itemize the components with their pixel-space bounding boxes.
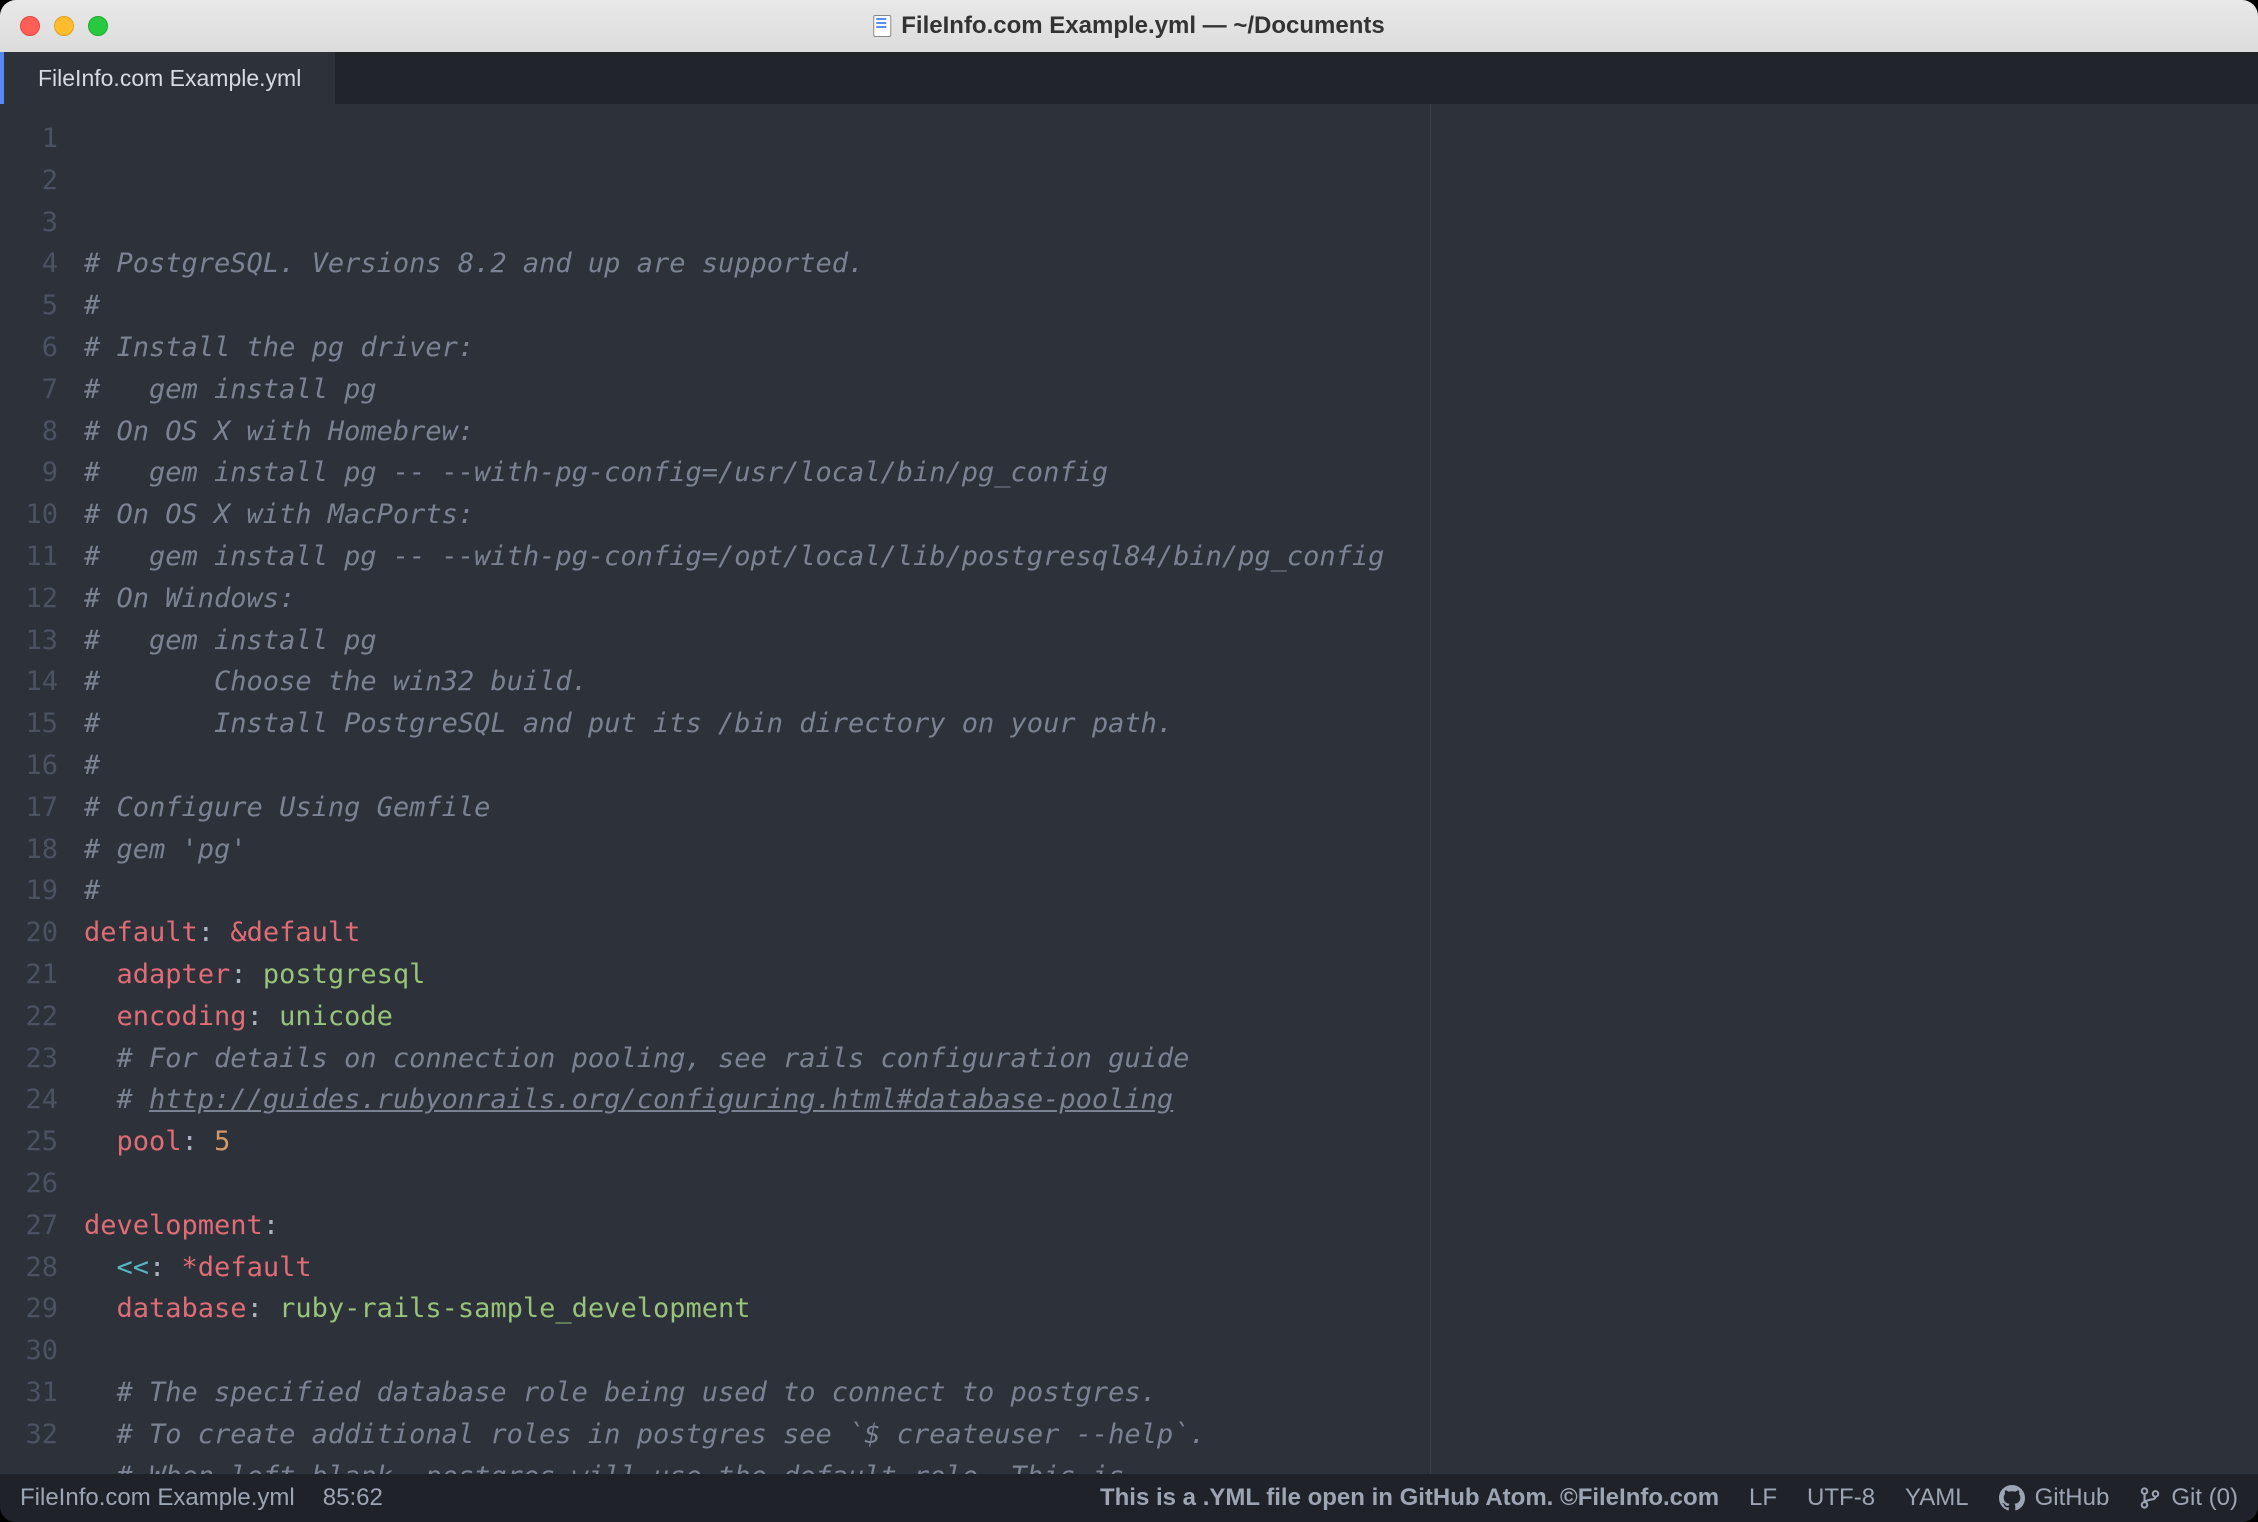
tab-active[interactable]: FileInfo.com Example.yml <box>0 52 335 104</box>
line-number: 5 <box>0 285 58 327</box>
status-git-label: Git (0) <box>2171 1484 2238 1512</box>
traffic-lights <box>20 16 108 36</box>
status-bar: FileInfo.com Example.yml 85:62 This is a… <box>0 1474 2258 1522</box>
line-number: 28 <box>0 1247 58 1289</box>
code-line[interactable]: <<: *default <box>84 1247 2258 1289</box>
status-note: This is a .YML file open in GitHub Atom.… <box>1100 1484 1719 1512</box>
status-filename[interactable]: FileInfo.com Example.yml <box>20 1484 295 1512</box>
line-number: 15 <box>0 703 58 745</box>
line-number: 9 <box>0 452 58 494</box>
code-line[interactable]: # PostgreSQL. Versions 8.2 and up are su… <box>84 243 2258 285</box>
code-line[interactable]: development: <box>84 1205 2258 1247</box>
status-cursor-position[interactable]: 85:62 <box>323 1484 383 1512</box>
line-number: 2 <box>0 160 58 202</box>
line-number: 16 <box>0 745 58 787</box>
github-icon <box>1999 1485 2025 1511</box>
line-number: 25 <box>0 1121 58 1163</box>
line-number: 26 <box>0 1163 58 1205</box>
line-number: 22 <box>0 996 58 1038</box>
line-number: 8 <box>0 411 58 453</box>
line-number: 10 <box>0 494 58 536</box>
maximize-window-button[interactable] <box>88 16 108 36</box>
code-line[interactable]: # To create additional roles in postgres… <box>84 1414 2258 1456</box>
code-line[interactable]: # Choose the win32 build. <box>84 661 2258 703</box>
code-line[interactable]: # Configure Using Gemfile <box>84 787 2258 829</box>
code-line[interactable]: pool: 5 <box>84 1121 2258 1163</box>
line-number: 6 <box>0 327 58 369</box>
line-number: 24 <box>0 1079 58 1121</box>
line-number: 20 <box>0 912 58 954</box>
code-area[interactable]: # PostgreSQL. Versions 8.2 and up are su… <box>70 104 2258 1474</box>
line-number: 11 <box>0 536 58 578</box>
line-number: 19 <box>0 870 58 912</box>
code-line[interactable]: # <box>84 870 2258 912</box>
status-right: This is a .YML file open in GitHub Atom.… <box>1100 1484 2238 1512</box>
status-encoding[interactable]: UTF-8 <box>1807 1484 1875 1512</box>
code-line[interactable]: # For details on connection pooling, see… <box>84 1038 2258 1080</box>
line-number: 30 <box>0 1330 58 1372</box>
line-number: 17 <box>0 787 58 829</box>
line-number-gutter: 1234567891011121314151617181920212223242… <box>0 104 70 1474</box>
tab-bar: FileInfo.com Example.yml <box>0 52 2258 104</box>
document-icon <box>873 15 891 37</box>
editor-window: FileInfo.com Example.yml — ~/Documents F… <box>0 0 2258 1522</box>
code-line[interactable]: # gem 'pg' <box>84 829 2258 871</box>
minimize-window-button[interactable] <box>54 16 74 36</box>
code-line[interactable]: # The specified database role being used… <box>84 1372 2258 1414</box>
status-line-ending[interactable]: LF <box>1749 1484 1777 1512</box>
window-title: FileInfo.com Example.yml — ~/Documents <box>873 12 1384 40</box>
line-number: 32 <box>0 1414 58 1456</box>
git-branch-icon <box>2139 1487 2161 1509</box>
line-number: 14 <box>0 661 58 703</box>
code-line[interactable]: # <box>84 285 2258 327</box>
line-number: 18 <box>0 829 58 871</box>
code-line[interactable]: encoding: unicode <box>84 996 2258 1038</box>
code-line[interactable]: adapter: postgresql <box>84 954 2258 996</box>
status-left: FileInfo.com Example.yml 85:62 <box>20 1484 383 1512</box>
line-number: 4 <box>0 243 58 285</box>
code-line[interactable] <box>84 1330 2258 1372</box>
titlebar: FileInfo.com Example.yml — ~/Documents <box>0 0 2258 52</box>
code-line[interactable]: # Install the pg driver: <box>84 327 2258 369</box>
code-line[interactable]: # Install PostgreSQL and put its /bin di… <box>84 703 2258 745</box>
code-line[interactable]: # When left blank, postgres will use the… <box>84 1456 2258 1475</box>
tab-label: FileInfo.com Example.yml <box>38 65 301 92</box>
close-window-button[interactable] <box>20 16 40 36</box>
line-number: 21 <box>0 954 58 996</box>
line-number: 13 <box>0 620 58 662</box>
code-line[interactable]: # gem install pg -- --with-pg-config=/us… <box>84 452 2258 494</box>
code-line[interactable]: default: &default <box>84 912 2258 954</box>
code-line[interactable]: # gem install pg <box>84 369 2258 411</box>
status-grammar[interactable]: YAML <box>1905 1484 1969 1512</box>
editor-area[interactable]: 1234567891011121314151617181920212223242… <box>0 104 2258 1474</box>
code-line[interactable]: database: ruby-rails-sample_development <box>84 1288 2258 1330</box>
status-github-label: GitHub <box>2035 1484 2110 1512</box>
status-github[interactable]: GitHub <box>1999 1484 2110 1512</box>
line-number: 31 <box>0 1372 58 1414</box>
code-line[interactable]: # http://guides.rubyonrails.org/configur… <box>84 1079 2258 1121</box>
line-number: 12 <box>0 578 58 620</box>
code-line[interactable]: # On OS X with Homebrew: <box>84 411 2258 453</box>
code-line[interactable]: # gem install pg <box>84 620 2258 662</box>
line-number: 23 <box>0 1038 58 1080</box>
code-line[interactable]: # On Windows: <box>84 578 2258 620</box>
code-line[interactable] <box>84 1163 2258 1205</box>
wrap-guide <box>1430 104 1431 1474</box>
line-number: 7 <box>0 369 58 411</box>
window-title-text: FileInfo.com Example.yml — ~/Documents <box>901 12 1384 40</box>
code-line[interactable]: # gem install pg -- --with-pg-config=/op… <box>84 536 2258 578</box>
line-number: 1 <box>0 118 58 160</box>
line-number: 3 <box>0 202 58 244</box>
code-line[interactable]: # On OS X with MacPorts: <box>84 494 2258 536</box>
status-git[interactable]: Git (0) <box>2139 1484 2238 1512</box>
line-number: 29 <box>0 1288 58 1330</box>
line-number: 27 <box>0 1205 58 1247</box>
code-line[interactable]: # <box>84 745 2258 787</box>
